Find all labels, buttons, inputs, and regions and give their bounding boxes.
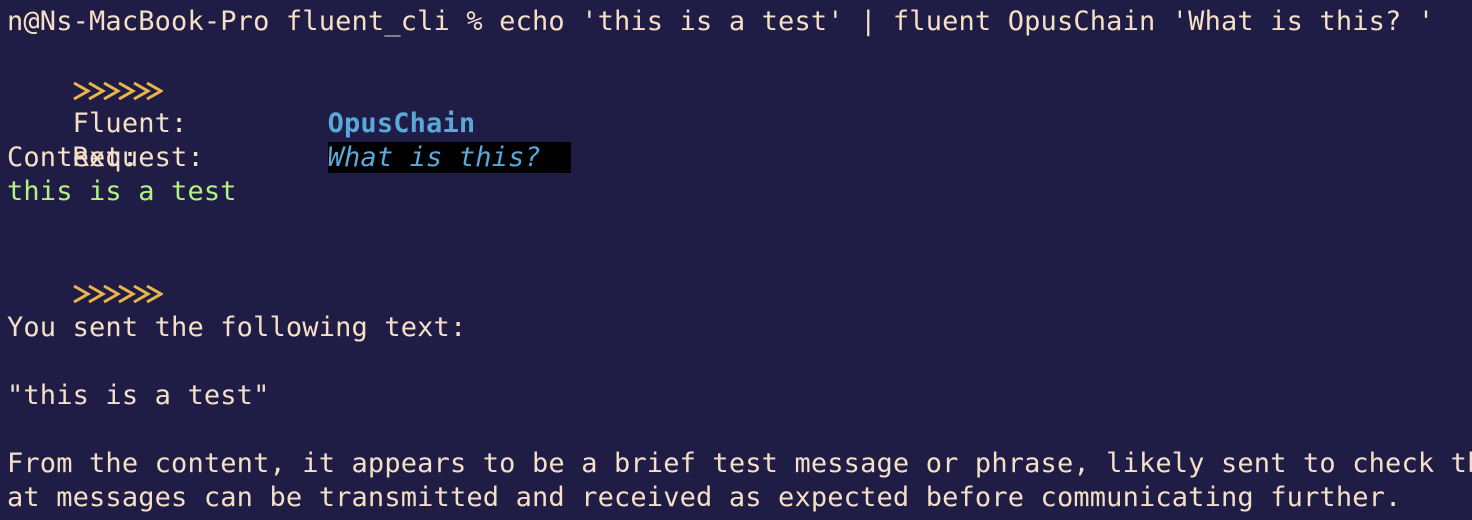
request-row: Request: What is this?	[7, 107, 572, 173]
terminal-window[interactable]: n@Ns-MacBook-Pro fluent_cli % echo 'this…	[0, 0, 1472, 520]
context-text: this is a test	[7, 176, 237, 207]
response-marker	[7, 243, 163, 304]
response-line: at messages can be transmitted and recei…	[7, 482, 1402, 513]
response-line: You sent the following text:	[7, 312, 467, 343]
prompt-line: n@Ns-MacBook-Pro fluent_cli % echo 'this…	[7, 6, 1435, 37]
context-label: Context:	[7, 142, 139, 173]
chevron-arrows-icon	[72, 277, 163, 311]
response-line: From the content, it appears to be a bri…	[7, 448, 1472, 479]
request-text: What is this?	[327, 142, 572, 173]
header-marker	[7, 40, 163, 101]
fluent-row: Fluent: OpusChain	[7, 73, 476, 139]
response-line: "this is a test"	[7, 380, 270, 411]
